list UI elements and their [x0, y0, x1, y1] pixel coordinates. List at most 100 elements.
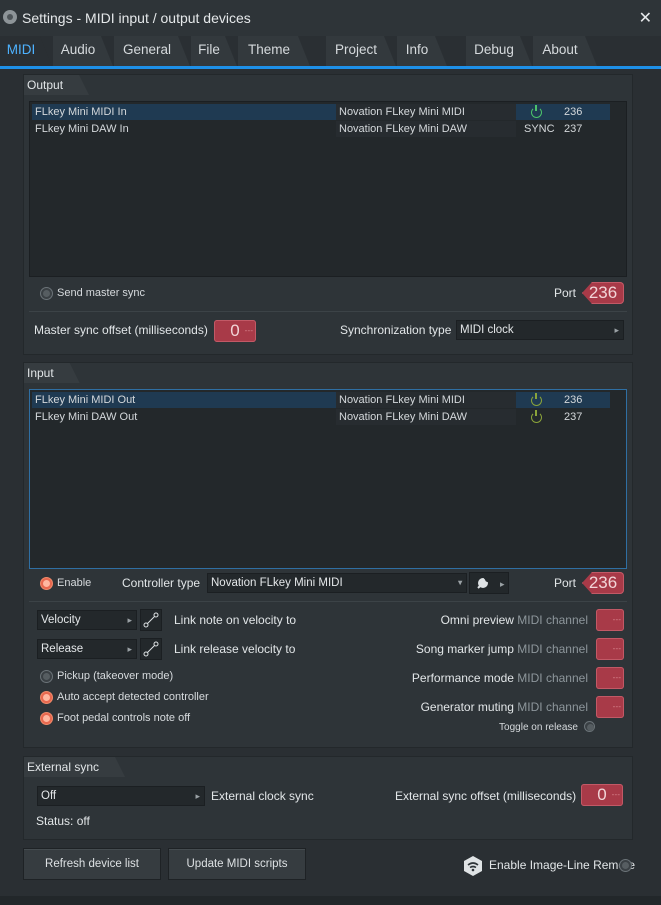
device-port: 237 [564, 411, 583, 423]
foot-pedal-label: Foot pedal controls note off [57, 712, 191, 724]
remote-icon [462, 855, 484, 877]
sync-type-label: Synchronization type [340, 323, 452, 337]
song-marker-jump-channel-knob[interactable] [596, 638, 624, 660]
input-row-midi-out[interactable]: FLkey Mini MIDI Out Novation FLkey Mini … [32, 392, 610, 408]
performance-mode-label: Performance mode MIDI channel [412, 671, 588, 685]
link-release-label: Link release velocity to [174, 642, 296, 656]
window-bottom-edge [0, 896, 661, 905]
link-note-label: Link note on velocity to [174, 613, 297, 627]
pickup-toggle[interactable] [40, 670, 53, 683]
tab-underline [0, 66, 661, 69]
input-port-label: Port [554, 576, 577, 590]
update-midi-scripts-button[interactable]: Update MIDI scripts [168, 848, 306, 880]
window-title: Settings - MIDI input / output devices [22, 10, 251, 26]
device-name: FLkey Mini MIDI Out [35, 394, 136, 406]
input-row-daw-out[interactable]: FLkey Mini DAW Out Novation FLkey Mini D… [32, 409, 610, 425]
input-panel: Input FLkey Mini MIDI Out Novation FLkey… [23, 362, 633, 748]
tab-file[interactable]: File [191, 36, 237, 66]
foot-pedal-toggle[interactable] [40, 712, 53, 725]
generator-muting-channel-knob[interactable] [596, 696, 624, 718]
device-port: 236 [564, 106, 583, 118]
device-controller: Novation FLkey Mini DAW [336, 121, 516, 137]
sync-type-select[interactable]: MIDI clock [456, 320, 624, 340]
external-clock-select[interactable]: Off [37, 786, 205, 806]
toggle-on-release-label: Toggle on release [499, 722, 578, 733]
tab-debug[interactable]: Debug [466, 36, 532, 66]
close-icon[interactable]: ✕ [639, 8, 652, 28]
output-panel: Output FLkey Mini MIDI In Novation FLkey… [23, 74, 633, 355]
tab-project[interactable]: Project [326, 36, 396, 66]
output-row-daw-in[interactable]: FLkey Mini DAW In Novation FLkey Mini DA… [32, 121, 610, 137]
divider [29, 601, 627, 602]
midi-channel-suffix: MIDI channel [517, 613, 588, 627]
tab-general[interactable]: General [114, 36, 190, 66]
device-sync-status: SYNC [524, 123, 555, 135]
input-port-knob[interactable]: 236 [582, 572, 624, 594]
device-name: FLkey Mini MIDI In [35, 106, 127, 118]
tab-bar: MIDI Audio General File Theme Project In… [0, 36, 661, 66]
controller-type-select[interactable]: Novation FLkey Mini MIDI [207, 573, 467, 593]
device-port: 236 [564, 394, 583, 406]
external-sync-offset-label: External sync offset (milliseconds) [395, 789, 577, 803]
app-icon [3, 10, 17, 24]
power-icon[interactable] [531, 410, 542, 423]
song-marker-jump-label: Song marker jump MIDI channel [416, 642, 588, 656]
auto-accept-label: Auto accept detected controller [57, 691, 209, 703]
svg-text:▸: ▸ [500, 580, 505, 590]
output-header: Output [24, 75, 89, 95]
midi-channel-suffix: MIDI channel [517, 700, 588, 714]
toggle-on-release-toggle[interactable] [584, 721, 595, 732]
refresh-device-list-button[interactable]: Refresh device list [23, 848, 161, 880]
send-master-sync-toggle[interactable] [40, 287, 53, 300]
device-controller: Novation FLkey Mini DAW [336, 409, 516, 425]
enable-label: Enable [57, 577, 92, 589]
link-icon[interactable] [140, 638, 162, 660]
input-device-list[interactable]: FLkey Mini MIDI Out Novation FLkey Mini … [29, 389, 627, 569]
omni-preview-text: Omni preview [440, 613, 514, 627]
omni-preview-channel-knob[interactable] [596, 609, 624, 631]
output-device-list[interactable]: FLkey Mini MIDI In Novation FLkey Mini M… [29, 101, 627, 277]
auto-accept-toggle[interactable] [40, 691, 53, 704]
master-sync-offset-knob[interactable]: 0 [214, 320, 256, 342]
external-sync-header: External sync [24, 757, 125, 777]
power-icon[interactable] [531, 393, 542, 406]
performance-mode-channel-knob[interactable] [596, 667, 624, 689]
performance-mode-text: Performance mode [411, 671, 514, 685]
velocity-select[interactable]: Velocity [37, 610, 137, 630]
power-icon[interactable] [531, 105, 542, 118]
send-master-sync-label: Send master sync [57, 287, 146, 299]
tab-theme[interactable]: Theme [238, 36, 310, 66]
device-controller: Novation FLkey Mini MIDI [336, 104, 516, 120]
midi-channel-suffix: MIDI channel [517, 671, 588, 685]
song-marker-jump-text: Song marker jump [415, 642, 514, 656]
external-sync-panel: External sync Off External clock sync Ex… [23, 756, 633, 840]
output-port-knob[interactable]: 236 [582, 282, 624, 304]
generator-muting-label: Generator muting MIDI channel [421, 700, 588, 714]
wrench-icon[interactable]: ▸ [469, 572, 509, 594]
master-sync-offset-label: Master sync offset (milliseconds) [34, 323, 208, 337]
device-port: 237 [564, 123, 583, 135]
enable-toggle[interactable] [40, 577, 53, 590]
external-sync-status: Status: off [36, 814, 90, 828]
divider [29, 311, 627, 312]
device-controller: Novation FLkey Mini MIDI [336, 392, 516, 408]
tab-midi[interactable]: MIDI [0, 36, 52, 66]
generator-muting-text: Generator muting [420, 700, 514, 714]
enable-remote-toggle[interactable] [619, 859, 632, 872]
controller-type-label: Controller type [122, 576, 201, 590]
external-clock-label: External clock sync [211, 789, 314, 803]
input-header: Input [24, 363, 80, 383]
pickup-label: Pickup (takeover mode) [57, 670, 174, 682]
output-port-label: Port [554, 286, 577, 300]
tab-info[interactable]: Info [397, 36, 447, 66]
title-bar: Settings - MIDI input / output devices ✕ [0, 0, 661, 36]
tab-about[interactable]: About [533, 36, 597, 66]
output-row-midi-in[interactable]: FLkey Mini MIDI In Novation FLkey Mini M… [32, 104, 610, 120]
link-icon[interactable] [140, 609, 162, 631]
external-sync-offset-knob[interactable]: 0 [581, 784, 623, 806]
release-select[interactable]: Release [37, 639, 137, 659]
omni-preview-label: Omni preview MIDI channel [441, 613, 588, 627]
device-name: FLkey Mini DAW In [35, 123, 129, 135]
tab-audio[interactable]: Audio [53, 36, 113, 66]
device-name: FLkey Mini DAW Out [35, 411, 138, 423]
